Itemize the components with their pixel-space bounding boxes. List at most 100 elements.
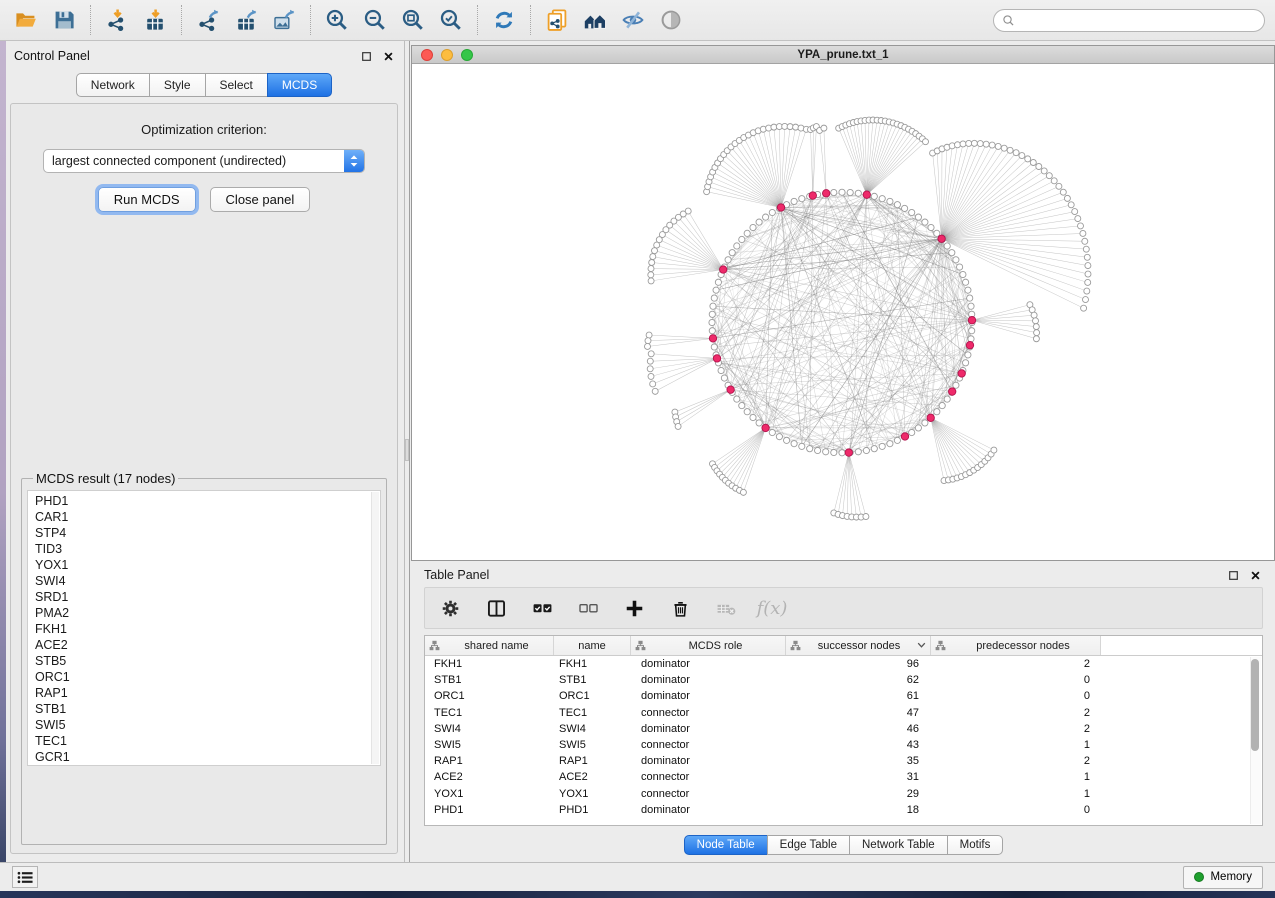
close-panel-button[interactable]: Close panel — [210, 187, 311, 212]
memory-button[interactable]: Memory — [1183, 866, 1263, 889]
panel-menu-button[interactable] — [12, 866, 38, 888]
zoom-in-icon — [325, 8, 349, 32]
mcds-list-scrollbar[interactable] — [371, 492, 379, 764]
column-header-name[interactable]: name — [554, 636, 631, 655]
table-row[interactable]: ACE2ACE2connector311 — [425, 769, 1262, 785]
save-session-button[interactable] — [48, 4, 80, 36]
run-mcds-button[interactable]: Run MCDS — [98, 187, 196, 212]
tab-mcds[interactable]: MCDS — [267, 73, 332, 97]
tab-style[interactable]: Style — [149, 73, 206, 97]
tab-edge-table[interactable]: Edge Table — [767, 835, 850, 855]
splitter-grip[interactable] — [405, 439, 409, 461]
hide-graphics-details-button[interactable] — [617, 4, 649, 36]
tab-network[interactable]: Network — [76, 73, 150, 97]
add-column-button[interactable] — [621, 595, 647, 621]
panel-splitter[interactable] — [404, 41, 410, 862]
mcds-node-item[interactable]: CAR1 — [35, 509, 380, 525]
show-graphics-details-icon — [659, 8, 683, 32]
network-view-canvas[interactable] — [412, 64, 1274, 560]
import-network-button[interactable] — [101, 4, 133, 36]
mcds-node-item[interactable]: STB5 — [35, 653, 380, 669]
mcds-node-item[interactable]: SRD1 — [35, 589, 380, 605]
table-scrollbar-track[interactable] — [1250, 657, 1261, 824]
network-window: YPA_prune.txt_1 — [411, 45, 1275, 561]
mcds-node-item[interactable]: PHD1 — [35, 493, 380, 509]
mcds-node-item[interactable]: FKH1 — [35, 621, 380, 637]
tab-motifs[interactable]: Motifs — [947, 835, 1004, 855]
window-minimize-light[interactable] — [441, 49, 453, 61]
export-network-button[interactable] — [192, 4, 224, 36]
cell: TEC1 — [425, 707, 554, 719]
mcds-node-item[interactable]: SWI5 — [35, 717, 380, 733]
table-row[interactable]: ORC1ORC1dominator610 — [425, 688, 1262, 704]
column-header-successor-nodes[interactable]: successor nodes — [786, 636, 931, 655]
table-options-gear-button[interactable] — [437, 595, 463, 621]
tab-network-table[interactable]: Network Table — [849, 835, 948, 855]
mcds-node-item[interactable]: ACE2 — [35, 637, 380, 653]
toolbar-groups — [10, 4, 687, 36]
table-row[interactable]: RAP1RAP1dominator352 — [425, 753, 1262, 769]
table-row[interactable]: SWI5SWI5connector431 — [425, 737, 1262, 753]
hide-columns-button[interactable] — [575, 595, 601, 621]
table-row[interactable]: PHD1PHD1dominator180 — [425, 802, 1262, 818]
node-table[interactable]: shared namenameMCDS rolesuccessor nodesp… — [424, 635, 1263, 826]
tab-select[interactable]: Select — [205, 73, 268, 97]
column-header-MCDS-role[interactable]: MCDS role — [631, 636, 786, 655]
optimization-criterion-select[interactable]: largest connected component (undirected) — [43, 149, 365, 173]
control-panel-close-button[interactable] — [380, 48, 396, 64]
zoom-in-button[interactable] — [321, 4, 353, 36]
tab-node-table[interactable]: Node Table — [684, 835, 768, 855]
mcds-node-item[interactable]: PMA2 — [35, 605, 380, 621]
export-table-button[interactable] — [230, 4, 262, 36]
export-table-icon — [234, 8, 258, 32]
table-row[interactable]: FKH1FKH1dominator962 — [425, 656, 1262, 672]
column-header-predecessor-nodes[interactable]: predecessor nodes — [931, 636, 1101, 655]
export-image-button[interactable] — [268, 4, 300, 36]
cell: RAP1 — [554, 755, 631, 767]
search-input[interactable] — [993, 9, 1265, 32]
table-scrollbar-thumb[interactable] — [1251, 659, 1259, 751]
split-panel-button[interactable] — [483, 595, 509, 621]
dropdown-stepper-icon — [344, 150, 364, 172]
shared-column-icon — [935, 640, 946, 651]
import-table-button[interactable] — [139, 4, 171, 36]
zoom-fit-button[interactable] — [397, 4, 429, 36]
table-row[interactable]: TEC1TEC1connector472 — [425, 705, 1262, 721]
mcds-node-item[interactable]: TID3 — [35, 541, 380, 557]
table-panel-float-button[interactable] — [1225, 567, 1241, 583]
refresh-view-button[interactable] — [488, 4, 520, 36]
mcds-node-item[interactable]: STB1 — [35, 701, 380, 717]
import-table-icon — [143, 8, 167, 32]
welcome-screen-button[interactable] — [579, 4, 611, 36]
mcds-node-item[interactable]: GCR1 — [35, 749, 380, 765]
mcds-node-item[interactable]: STP4 — [35, 525, 380, 541]
column-header-shared-name[interactable]: shared name — [425, 636, 554, 655]
control-panel-tabs: NetworkStyleSelectMCDS — [10, 73, 398, 97]
mcds-node-item[interactable]: TEC1 — [35, 733, 380, 749]
show-columns-button[interactable] — [529, 595, 555, 621]
clone-network-button[interactable] — [541, 4, 573, 36]
zoom-selected-button[interactable] — [435, 4, 467, 36]
search-text-field[interactable] — [1020, 13, 1256, 27]
zoom-out-button[interactable] — [359, 4, 391, 36]
open-session-button[interactable] — [10, 4, 42, 36]
cell: FKH1 — [425, 658, 554, 670]
mcds-node-item[interactable]: SWI4 — [35, 573, 380, 589]
network-window-titlebar[interactable]: YPA_prune.txt_1 — [412, 46, 1274, 64]
mcds-node-item[interactable]: ORC1 — [35, 669, 380, 685]
delete-column-button[interactable] — [667, 595, 693, 621]
table-row[interactable]: YOX1YOX1connector291 — [425, 786, 1262, 802]
mcds-node-item[interactable]: RAP1 — [35, 685, 380, 701]
table-row[interactable]: STB1STB1dominator620 — [425, 672, 1262, 688]
table-panel-close-button[interactable] — [1247, 567, 1263, 583]
window-zoom-light[interactable] — [461, 49, 473, 61]
cell: 1 — [931, 788, 1101, 800]
node-table-body: FKH1FKH1dominator962STB1STB1dominator620… — [425, 656, 1262, 818]
zoom-selected-icon — [439, 8, 463, 32]
table-row[interactable]: SWI4SWI4dominator462 — [425, 721, 1262, 737]
control-panel-float-button[interactable] — [358, 48, 374, 64]
window-close-light[interactable] — [421, 49, 433, 61]
show-graphics-details-button[interactable] — [655, 4, 687, 36]
mcds-node-item[interactable]: YOX1 — [35, 557, 380, 573]
mcds-result-list[interactable]: PHD1CAR1STP4TID3YOX1SWI4SRD1PMA2FKH1ACE2… — [27, 490, 381, 766]
